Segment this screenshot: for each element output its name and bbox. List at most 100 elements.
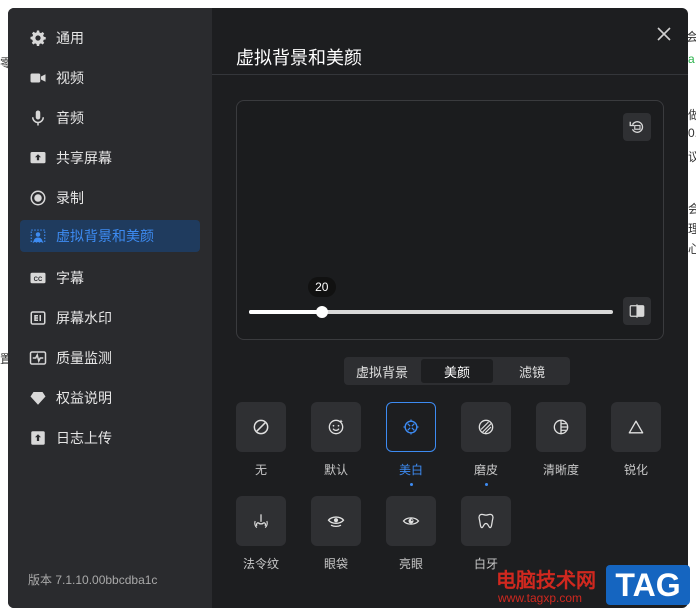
main-panel: 虚拟背景和美颜 20 虚拟背景 美颜 滤镜 无 默认 美白 磨皮 清晰度 锐化 … <box>212 8 688 608</box>
svg-text:CC: CC <box>34 277 43 283</box>
watermark-icon <box>29 309 47 327</box>
slider-value: 20 <box>307 277 336 297</box>
effect-sharpen[interactable]: 锐化 <box>611 402 661 478</box>
record-icon <box>29 189 47 207</box>
effect-tile <box>386 496 436 546</box>
sidebar-item-audio[interactable]: 音频 <box>20 102 200 134</box>
tooth-icon <box>478 513 494 529</box>
site-watermark: 电脑技术网 <box>496 570 596 592</box>
effect-label: 默认 <box>323 463 348 477</box>
sidebar-item-label: 质量监测 <box>56 350 112 366</box>
effect-tile <box>461 496 511 546</box>
bg-fragment: a <box>688 52 695 66</box>
upload-icon <box>29 429 47 447</box>
effect-tile <box>311 496 361 546</box>
sidebar-item-label: 录制 <box>56 190 84 206</box>
adjusted-indicator <box>484 483 488 486</box>
reset-icon <box>629 121 644 133</box>
intensity-slider[interactable]: 20 <box>249 277 613 318</box>
effect-tooth[interactable]: 白牙 <box>461 496 511 572</box>
mirror-button[interactable] <box>623 297 651 325</box>
clarity-icon <box>553 419 569 435</box>
sidebar-item-share-screen[interactable]: 共享屏幕 <box>20 142 200 174</box>
slider-thumb[interactable] <box>315 306 328 318</box>
bg-fragment: 做 <box>688 108 696 122</box>
sidebar-item-label: 屏幕水印 <box>56 310 112 326</box>
share-screen-icon <box>29 149 47 167</box>
camera-preview: 20 <box>236 100 664 340</box>
tag-logo: TAG <box>606 565 690 605</box>
gear-icon <box>29 29 47 47</box>
sidebar-item-record[interactable]: 录制 <box>20 182 200 214</box>
virtual-background-icon <box>29 227 47 245</box>
sidebar-item-label: 音频 <box>56 110 84 126</box>
sidebar-item-quality[interactable]: 质量监测 <box>20 342 200 374</box>
sidebar-item-log-upload[interactable]: 日志上传 <box>20 422 200 454</box>
bg-fragment: 议 <box>688 150 696 164</box>
bg-fragment: 0. <box>688 126 696 140</box>
bg-fragment: 会 <box>688 202 696 216</box>
bright-eye-icon <box>402 517 420 525</box>
effect-label: 美白 <box>398 463 423 477</box>
video-camera-icon <box>29 69 47 87</box>
sidebar-item-label: 视频 <box>56 70 84 86</box>
sidebar-item-label: 通用 <box>56 30 84 46</box>
close-icon <box>657 27 671 41</box>
tab-virtual-background[interactable]: 虚拟背景 <box>346 359 418 383</box>
effect-whitening[interactable]: 美白 <box>386 402 436 486</box>
sidebar-item-caption[interactable]: CC 字幕 <box>20 262 200 294</box>
sharpen-icon <box>628 420 644 434</box>
site-url: www.tagxp.com <box>498 591 583 605</box>
effect-label: 法令纹 <box>242 557 279 571</box>
effect-label: 亮眼 <box>398 557 423 571</box>
slider-fill <box>249 310 322 314</box>
tab-beauty[interactable]: 美颜 <box>421 359 493 383</box>
sidebar-item-label: 权益说明 <box>56 390 112 406</box>
page-title: 虚拟背景和美颜 <box>236 48 362 68</box>
close-button[interactable] <box>654 24 674 44</box>
tab-filter[interactable]: 滤镜 <box>496 359 568 383</box>
settings-sidebar: 通用 视频 音频 共享屏幕 录制 虚拟背景和美颜 CC 字幕 屏幕水印 质量监测… <box>8 8 212 608</box>
reset-button[interactable] <box>623 113 651 141</box>
effect-smoothing[interactable]: 磨皮 <box>461 402 511 486</box>
effect-tile <box>311 402 361 452</box>
sidebar-item-benefits[interactable]: 权益说明 <box>20 382 200 414</box>
effect-none[interactable]: 无 <box>236 402 286 478</box>
caption-icon: CC <box>29 269 47 287</box>
effect-clarity[interactable]: 清晰度 <box>536 402 586 478</box>
sidebar-item-video[interactable]: 视频 <box>20 62 200 94</box>
sidebar-item-watermark[interactable]: 屏幕水印 <box>20 302 200 334</box>
effect-tile <box>236 496 286 546</box>
pulse-icon <box>29 349 47 367</box>
version-text: 版本 7.1.10.00bbcdba1c <box>28 573 158 587</box>
effect-label: 磨皮 <box>473 463 498 477</box>
microphone-icon <box>29 109 47 127</box>
none-icon <box>253 419 269 435</box>
diamond-icon <box>29 389 47 407</box>
effect-tile <box>386 402 436 452</box>
title-divider <box>212 74 688 75</box>
sidebar-item-label: 虚拟背景和美颜 <box>56 228 154 244</box>
effect-tile <box>611 402 661 452</box>
nasolabial-icon <box>254 514 268 529</box>
sidebar-item-label: 共享屏幕 <box>56 150 112 166</box>
settings-dialog: 通用 视频 音频 共享屏幕 录制 虚拟背景和美颜 CC 字幕 屏幕水印 质量监测… <box>8 8 688 608</box>
effect-tile <box>236 402 286 452</box>
default-face-icon <box>328 419 344 435</box>
bg-fragment: 心 <box>688 242 696 256</box>
mirror-icon <box>629 304 645 318</box>
adjusted-indicator <box>409 483 413 486</box>
effect-label: 锐化 <box>623 463 648 477</box>
sidebar-item-general[interactable]: 通用 <box>20 22 200 54</box>
effect-bright-eye[interactable]: 亮眼 <box>386 496 436 572</box>
effect-label: 眼袋 <box>323 557 348 571</box>
bg-fragment: 理 <box>688 222 696 236</box>
sidebar-item-virtual-background[interactable]: 虚拟背景和美颜 <box>20 220 200 252</box>
effect-eye-bag[interactable]: 眼袋 <box>311 496 361 572</box>
effect-label: 清晰度 <box>542 463 579 477</box>
effect-default[interactable]: 默认 <box>311 402 361 478</box>
effect-nasolabial[interactable]: 法令纹 <box>236 496 286 572</box>
effect-tabs: 虚拟背景 美颜 滤镜 <box>344 357 570 385</box>
sidebar-item-label: 字幕 <box>56 270 84 286</box>
effect-label: 无 <box>254 463 267 477</box>
